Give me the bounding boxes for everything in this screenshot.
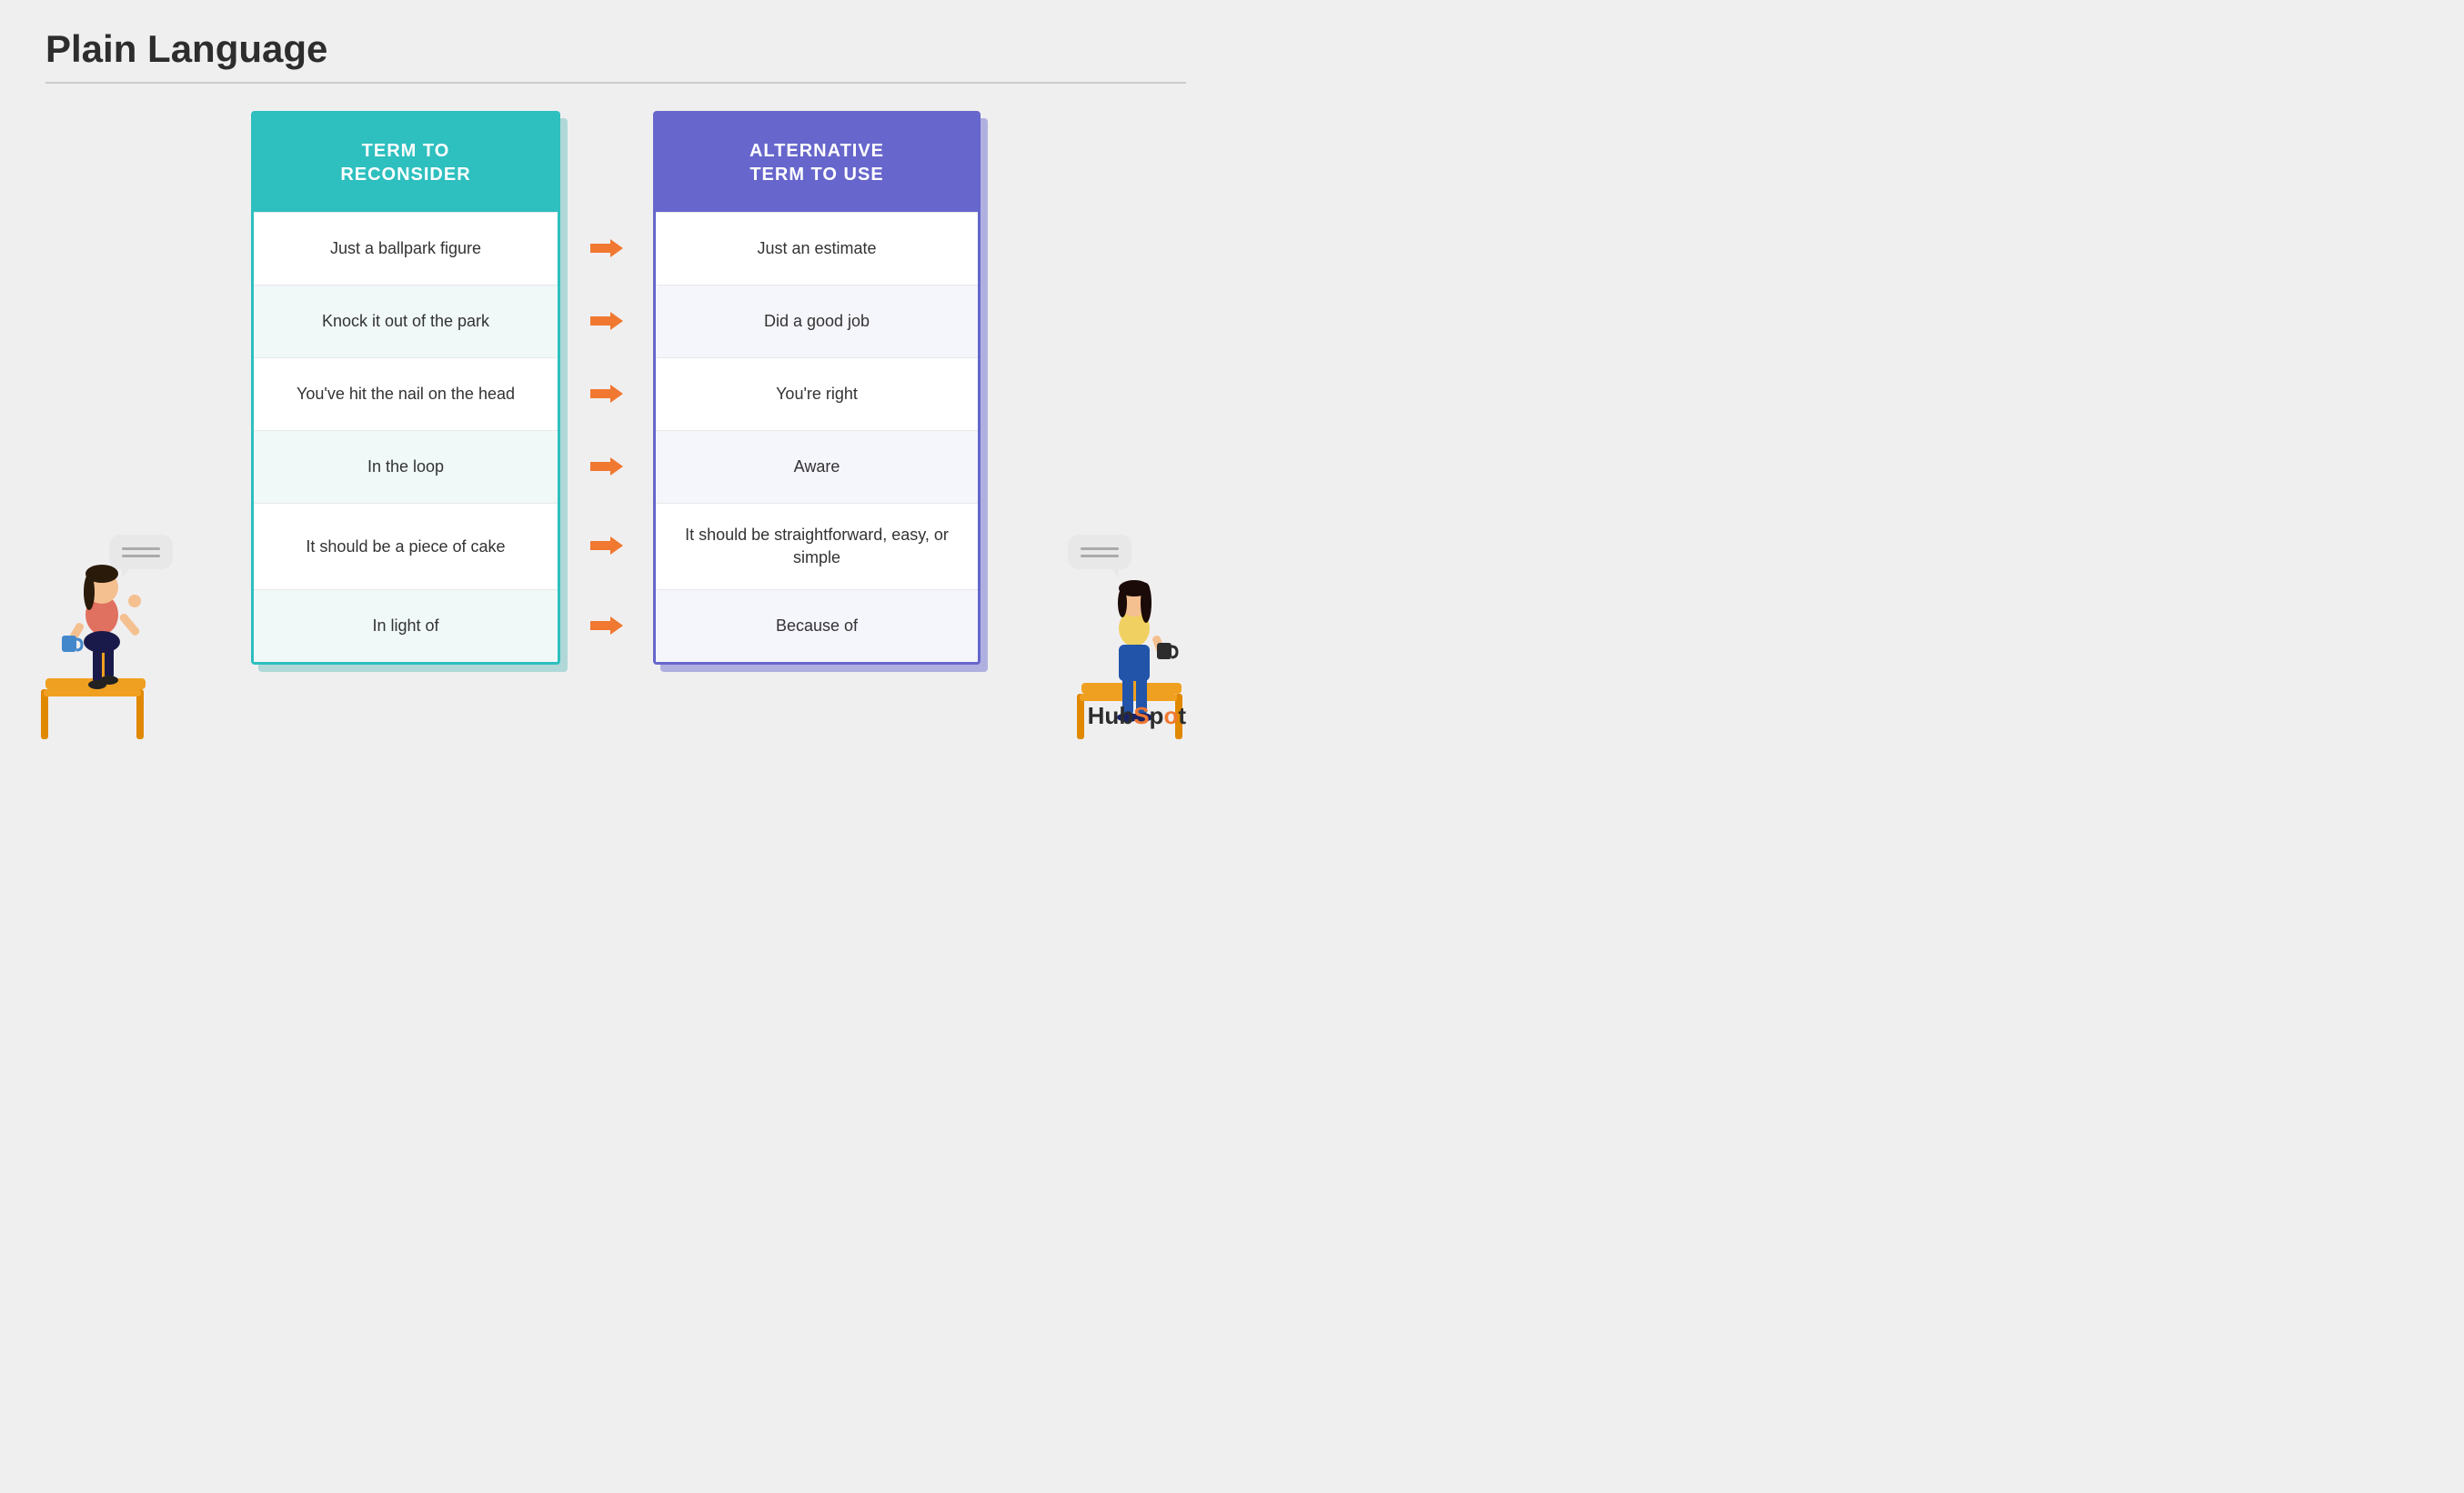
arrow-2 <box>590 356 623 429</box>
left-cell-0: Just a ballpark figure <box>254 212 558 285</box>
right-cell-1: Did a good job <box>656 285 978 357</box>
arrow-3 <box>590 429 623 502</box>
left-cell-2: You've hit the nail on the head <box>254 357 558 430</box>
page: Plain Language TERM TORECONSIDER Just a … <box>0 0 1232 746</box>
right-cell-3: Aware <box>656 430 978 503</box>
arrow-5 <box>590 588 623 661</box>
left-cells: Just a ballpark figureKnock it out of th… <box>254 212 558 662</box>
right-cell-4: It should be straightforward, easy, or s… <box>656 503 978 589</box>
arrows-column <box>575 111 639 661</box>
hubspot-logo: HubSpot <box>1088 702 1186 730</box>
left-cell-3: In the loop <box>254 430 558 503</box>
arrow-4 <box>590 502 623 588</box>
right-cells: Just an estimateDid a good jobYou're rig… <box>656 212 978 662</box>
person-left-illustration <box>27 537 177 746</box>
arrow-1 <box>590 284 623 356</box>
hubspot-dot: S <box>1133 702 1149 729</box>
left-cell-1: Knock it out of the park <box>254 285 558 357</box>
left-column: TERM TORECONSIDER Just a ballpark figure… <box>251 111 560 665</box>
right-column: ALTERNATIVETERM TO USE Just an estimateD… <box>653 111 981 665</box>
right-cell-5: Because of <box>656 589 978 662</box>
right-cell-0: Just an estimate <box>656 212 978 285</box>
right-column-header: ALTERNATIVETERM TO USE <box>656 114 978 212</box>
divider <box>45 82 1186 84</box>
right-cell-2: You're right <box>656 357 978 430</box>
hubspot-o: o <box>1163 702 1178 729</box>
left-cell-4: It should be a piece of cake <box>254 503 558 589</box>
main-content: TERM TORECONSIDER Just a ballpark figure… <box>45 111 1186 665</box>
left-cell-5: In light of <box>254 589 558 662</box>
page-title: Plain Language <box>45 27 1186 71</box>
arrow-0 <box>590 211 623 284</box>
left-column-header: TERM TORECONSIDER <box>254 114 558 212</box>
